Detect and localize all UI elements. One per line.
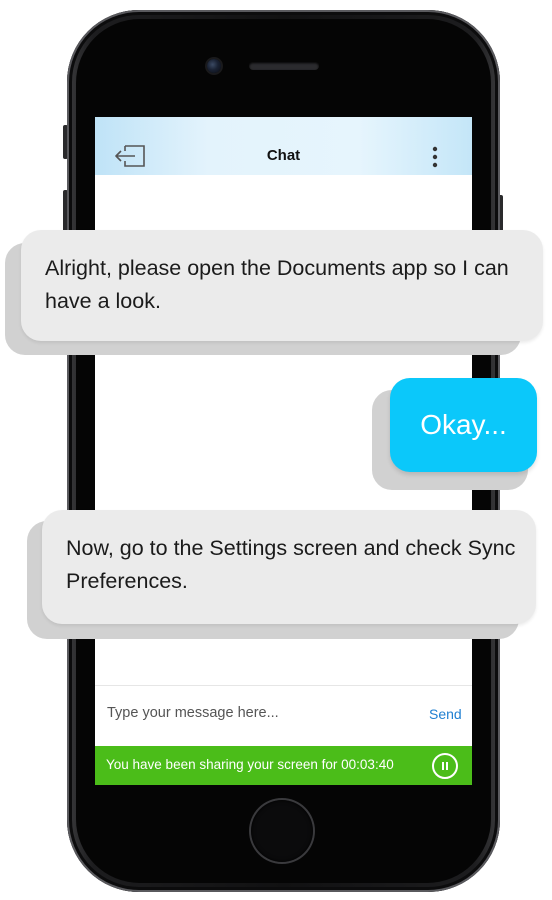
earpiece-speaker [249,62,319,70]
agent-message-bubble: Now, go to the Settings screen and check… [42,510,536,624]
pause-icon[interactable] [432,753,458,779]
chat-title: Chat [266,147,301,164]
front-camera [207,59,221,73]
screen-share-status: You have been sharing your screen for 00… [106,757,394,772]
agent-message-bubble: Alright, please open the Documents app s… [21,230,543,341]
chat-header: Chat [95,117,472,175]
message-input[interactable] [105,700,409,726]
send-button[interactable]: Send [429,706,462,722]
home-button [251,800,313,862]
screen-share-bar: You have been sharing your screen for 00… [95,746,472,785]
phone-mockup: Chat Send You have been sharing your scr… [0,0,552,900]
user-message-bubble: Okay... [390,378,537,472]
more-vertical-icon[interactable] [427,145,443,169]
message-composer: Send [95,685,472,746]
